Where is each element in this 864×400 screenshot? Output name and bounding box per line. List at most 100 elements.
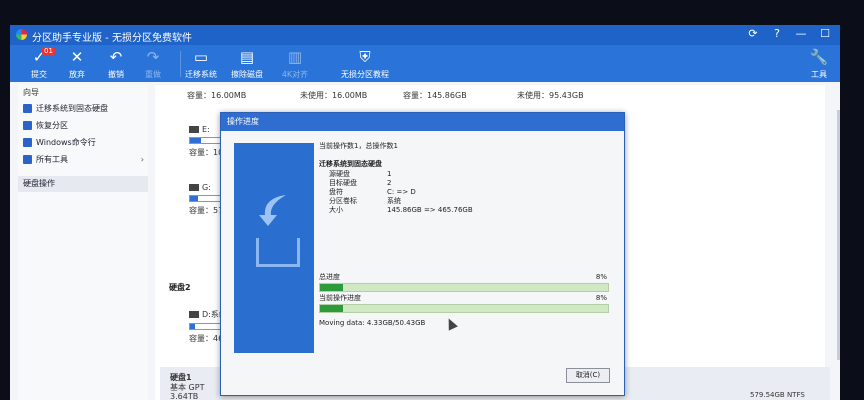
detail-value: 2 bbox=[387, 179, 392, 187]
current-progress-bar bbox=[319, 304, 609, 313]
toolbar: ✓ 01 提交 ✕ 放弃 ↶ 撤销 ↷ 重做 ▭ 迁移系统 ▤ 擦除磁盘 ▥ 4… bbox=[10, 45, 840, 82]
redo-icon: ↷ bbox=[146, 48, 160, 66]
restore-icon bbox=[23, 121, 32, 130]
sidebar-item-restore-partition[interactable]: 恢复分区 bbox=[18, 117, 148, 134]
current-progress: 当前操作进度 8% bbox=[319, 294, 609, 313]
drive-icon bbox=[189, 311, 199, 318]
partition-letter: G: bbox=[202, 183, 211, 192]
window-title: 分区助手专业版 - 无损分区免费软件 bbox=[32, 33, 192, 44]
minimize-icon[interactable]: — bbox=[794, 27, 808, 41]
sidebar-item-label: Windows命令行 bbox=[36, 138, 96, 147]
cancel-button[interactable]: 取消(C) bbox=[566, 368, 610, 383]
maximize-icon[interactable]: ☐ bbox=[818, 27, 832, 41]
window-controls: ⟳ ? — ☐ bbox=[746, 27, 832, 41]
migrate-os-label: 迁移系统 bbox=[185, 70, 217, 79]
detail-row: 分区卷标 系统 bbox=[319, 197, 609, 206]
commit-label: 提交 bbox=[31, 70, 47, 79]
sidebar-item-migrate-os[interactable]: 迁移系统到固态硬盘 bbox=[18, 100, 148, 117]
sidebar-item-label: 所有工具 bbox=[36, 155, 68, 164]
tutorial-label: 无损分区教程 bbox=[341, 70, 389, 79]
wipe-disk-icon: ▤ bbox=[239, 48, 255, 66]
sidebar-item-label: 迁移系统到固态硬盘 bbox=[36, 104, 108, 113]
grid-icon bbox=[23, 155, 32, 164]
free-text: 未使用：95.43GB bbox=[517, 91, 584, 100]
redo-label: 重做 bbox=[145, 70, 161, 79]
migrate-illustration bbox=[234, 143, 314, 353]
sidebar-item-label: 恢复分区 bbox=[36, 121, 68, 130]
detail-row: 源硬盘 1 bbox=[319, 170, 609, 179]
disk-2-label: 硬盘2 bbox=[169, 283, 191, 292]
sidebar-item-all-tools[interactable]: 所有工具 › bbox=[18, 151, 148, 168]
total-progress-fill bbox=[320, 284, 344, 291]
detail-row: 大小 145.86GB => 465.76GB bbox=[319, 206, 609, 215]
total-progress-label: 总进度 bbox=[319, 273, 340, 281]
current-progress-percent: 8% bbox=[595, 294, 607, 302]
disk-icon: ▭ bbox=[193, 48, 209, 66]
detail-key: 分区卷标 bbox=[329, 197, 357, 205]
undo-icon: ↶ bbox=[109, 48, 123, 66]
progress-dialog: 操作进度 当前操作数1，总操作数1 迁移系统到固态硬盘 源硬盘 1 目标硬盘 2 盘… bbox=[220, 112, 625, 396]
wipe-disk-label: 擦除磁盘 bbox=[231, 70, 263, 79]
wipe-disk-button[interactable]: ▤ 擦除磁盘 bbox=[224, 47, 270, 80]
migrate-os-button[interactable]: ▭ 迁移系统 bbox=[178, 47, 224, 80]
tools-button[interactable]: 🔧 工具 bbox=[804, 47, 834, 80]
total-progress-percent: 8% bbox=[595, 273, 607, 281]
4k-align-button[interactable]: ▥ 4K对齐 bbox=[272, 47, 318, 80]
sidebar-item-windows-cmd[interactable]: Windows命令行 bbox=[18, 134, 148, 151]
align-icon: ▥ bbox=[287, 48, 303, 66]
detail-row: 盘符 C: => D bbox=[319, 188, 609, 197]
drive-icon bbox=[189, 126, 199, 133]
usage-fill bbox=[190, 138, 202, 143]
usage-fill bbox=[190, 196, 198, 201]
tools-label: 工具 bbox=[811, 70, 827, 79]
title-bar: 分区助手专业版 - 无损分区免费软件 ⟳ ? — ☐ bbox=[10, 25, 840, 45]
shield-icon: ⛨ bbox=[359, 48, 371, 66]
sidebar: 向导 迁移系统到固态硬盘 恢复分区 Windows命令行 所有工具 › 硬盘操作 bbox=[18, 85, 148, 400]
discard-label: 放弃 bbox=[69, 70, 85, 79]
download-arrow-icon bbox=[259, 195, 286, 226]
sidebar-section-disk-ops: 硬盘操作 bbox=[18, 176, 148, 192]
redo-button[interactable]: ↷ 重做 bbox=[130, 47, 176, 80]
free-text: 未使用：16.00MB bbox=[300, 91, 368, 100]
cross-icon: ✕ bbox=[70, 48, 84, 66]
tutorial-button[interactable]: ⛨ 无损分区教程 bbox=[335, 47, 395, 80]
capacity-text: 容量：16.00MB bbox=[187, 91, 247, 100]
app-logo-icon bbox=[16, 29, 27, 40]
detail-key: 盘符 bbox=[329, 188, 343, 196]
pending-count-badge: 01 bbox=[42, 47, 55, 55]
partition-size: 579.54GB NTFS bbox=[750, 391, 805, 399]
detail-value: 145.86GB => 465.76GB bbox=[387, 206, 473, 214]
current-progress-label: 当前操作进度 bbox=[319, 294, 361, 302]
current-progress-fill bbox=[320, 305, 344, 312]
wrench-icon: 🔧 bbox=[809, 48, 829, 66]
operation-info: 当前操作数1，总操作数1 迁移系统到固态硬盘 源硬盘 1 目标硬盘 2 盘符 C: =… bbox=[319, 141, 609, 215]
detail-key: 源硬盘 bbox=[329, 170, 350, 178]
moving-data-status: Moving data: 4.33GB/50.43GB bbox=[319, 319, 426, 327]
operation-count: 当前操作数1，总操作数1 bbox=[319, 142, 398, 150]
sidebar-header: 向导 bbox=[23, 88, 39, 97]
4k-align-label: 4K对齐 bbox=[281, 70, 309, 79]
capacity-text: 容量：145.86GB bbox=[403, 91, 467, 100]
usage-fill bbox=[190, 324, 195, 329]
drive-icon bbox=[189, 184, 199, 191]
partition-letter: E: bbox=[202, 125, 210, 134]
detail-value: 系统 bbox=[387, 197, 401, 205]
refresh-icon[interactable]: ⟳ bbox=[746, 27, 760, 41]
disk-tray-icon bbox=[256, 238, 300, 267]
disk-icon bbox=[23, 104, 32, 113]
total-progress: 总进度 8% bbox=[319, 273, 609, 292]
scrollbar[interactable] bbox=[837, 110, 840, 360]
undo-label: 撤销 bbox=[108, 70, 124, 79]
windows-icon bbox=[23, 138, 32, 147]
detail-key: 目标硬盘 bbox=[329, 179, 357, 187]
detail-value: C: => D bbox=[387, 188, 416, 196]
detail-row: 目标硬盘 2 bbox=[319, 179, 609, 188]
dialog-title: 操作进度 bbox=[221, 113, 624, 131]
operation-name: 迁移系统到固态硬盘 bbox=[319, 160, 382, 168]
detail-key: 大小 bbox=[329, 206, 343, 214]
disk-1-size: 3.64TB bbox=[170, 392, 199, 400]
detail-value: 1 bbox=[387, 170, 392, 178]
help-icon[interactable]: ? bbox=[770, 27, 784, 41]
total-progress-bar bbox=[319, 283, 609, 292]
chevron-right-icon: › bbox=[140, 155, 144, 164]
